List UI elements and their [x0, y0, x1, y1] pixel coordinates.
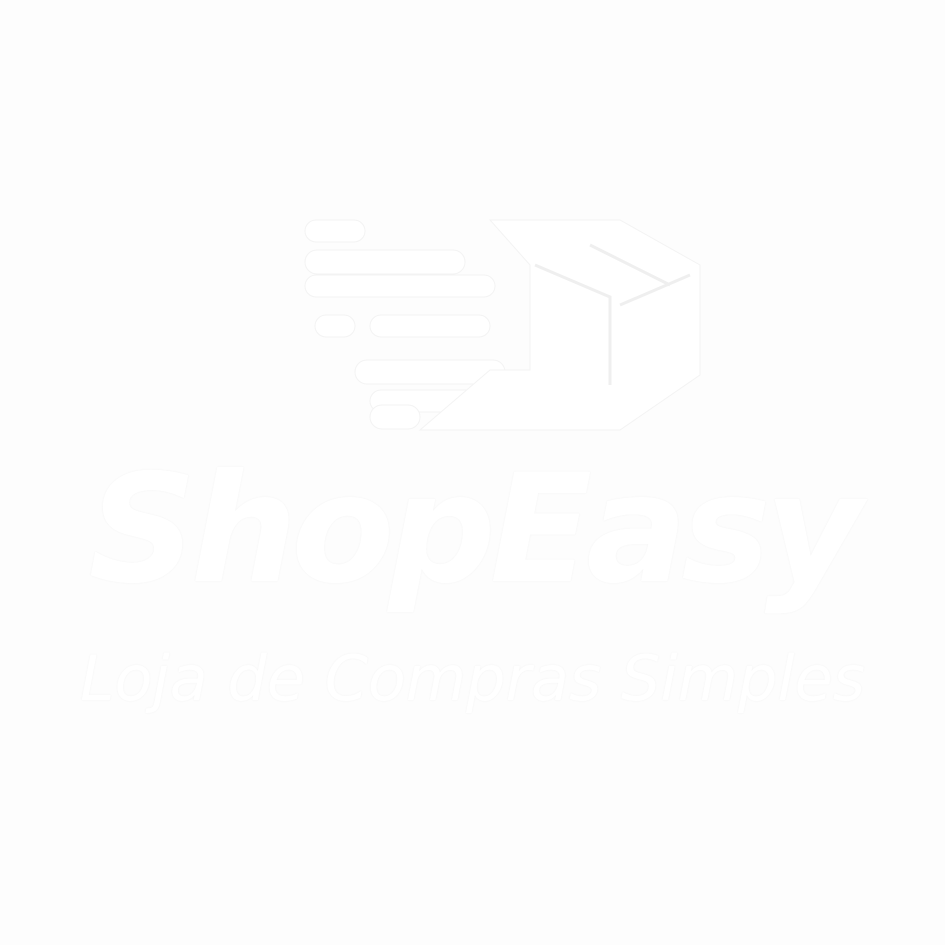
logo-canvas: ShopEasy Loja de Compras Simples	[0, 0, 945, 945]
delivery-box-icon	[304, 219, 701, 431]
brand-name: ShopEasy	[88, 443, 863, 617]
brand-tagline: Loja de Compras Simples	[79, 642, 866, 715]
